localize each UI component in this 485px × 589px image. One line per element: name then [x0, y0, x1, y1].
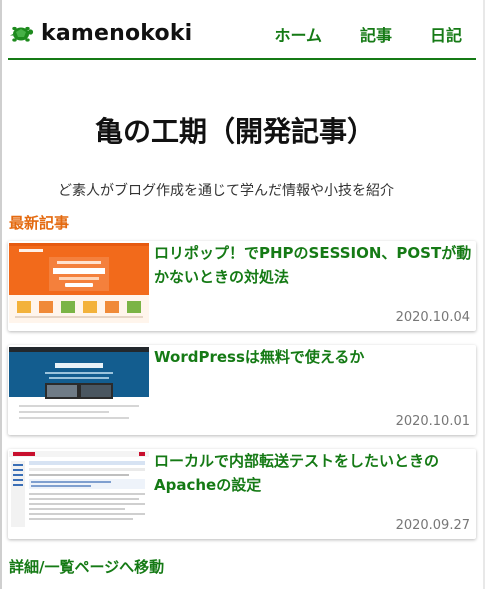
article-thumbnail[interactable] [9, 451, 149, 531]
article-title[interactable]: ローカルで内部転送テストをしたいときのApacheの設定 [154, 449, 472, 497]
article-thumbnail[interactable] [9, 243, 149, 323]
site-logo[interactable]: kamenokoki [8, 20, 192, 46]
site-name: kamenokoki [41, 20, 193, 46]
nav-articles-link[interactable]: 記事 [360, 22, 392, 46]
nav-diary-link[interactable]: 日記 [430, 22, 462, 46]
window-edge-left [0, 0, 2, 589]
article-date: 2020.10.01 [395, 414, 470, 429]
main-nav: ホーム 記事 日記 [236, 22, 462, 46]
article-card[interactable]: ローカルで内部転送テストをしたいときのApacheの設定 2020.09.27 [8, 449, 476, 539]
article-card[interactable]: ロリポップ！でPHPのSESSION、POSTが動かないときの対処法 2020.… [8, 241, 476, 331]
page-subtitle: ど素人がブログ作成を通じて学んだ情報や小技を紹介 [58, 183, 394, 199]
more-articles-link[interactable]: 詳細/一覧ページへ移動 [9, 556, 164, 577]
page-title: 亀の工期（開発記事） [94, 115, 375, 148]
turtle-icon [10, 26, 34, 42]
latest-articles-heading: 最新記事 [9, 214, 70, 232]
article-card[interactable]: WordPressは無料で使えるか 2020.10.01 [8, 345, 476, 435]
article-thumbnail[interactable] [9, 347, 149, 427]
nav-home-link[interactable]: ホーム [274, 22, 322, 46]
article-date: 2020.10.04 [395, 310, 470, 325]
article-date: 2020.09.27 [395, 518, 470, 533]
article-title[interactable]: WordPressは無料で使えるか [154, 345, 472, 369]
article-title[interactable]: ロリポップ！でPHPのSESSION、POSTが動かないときの対処法 [154, 241, 472, 289]
site-header: kamenokoki ホーム 記事 日記 [8, 0, 476, 60]
